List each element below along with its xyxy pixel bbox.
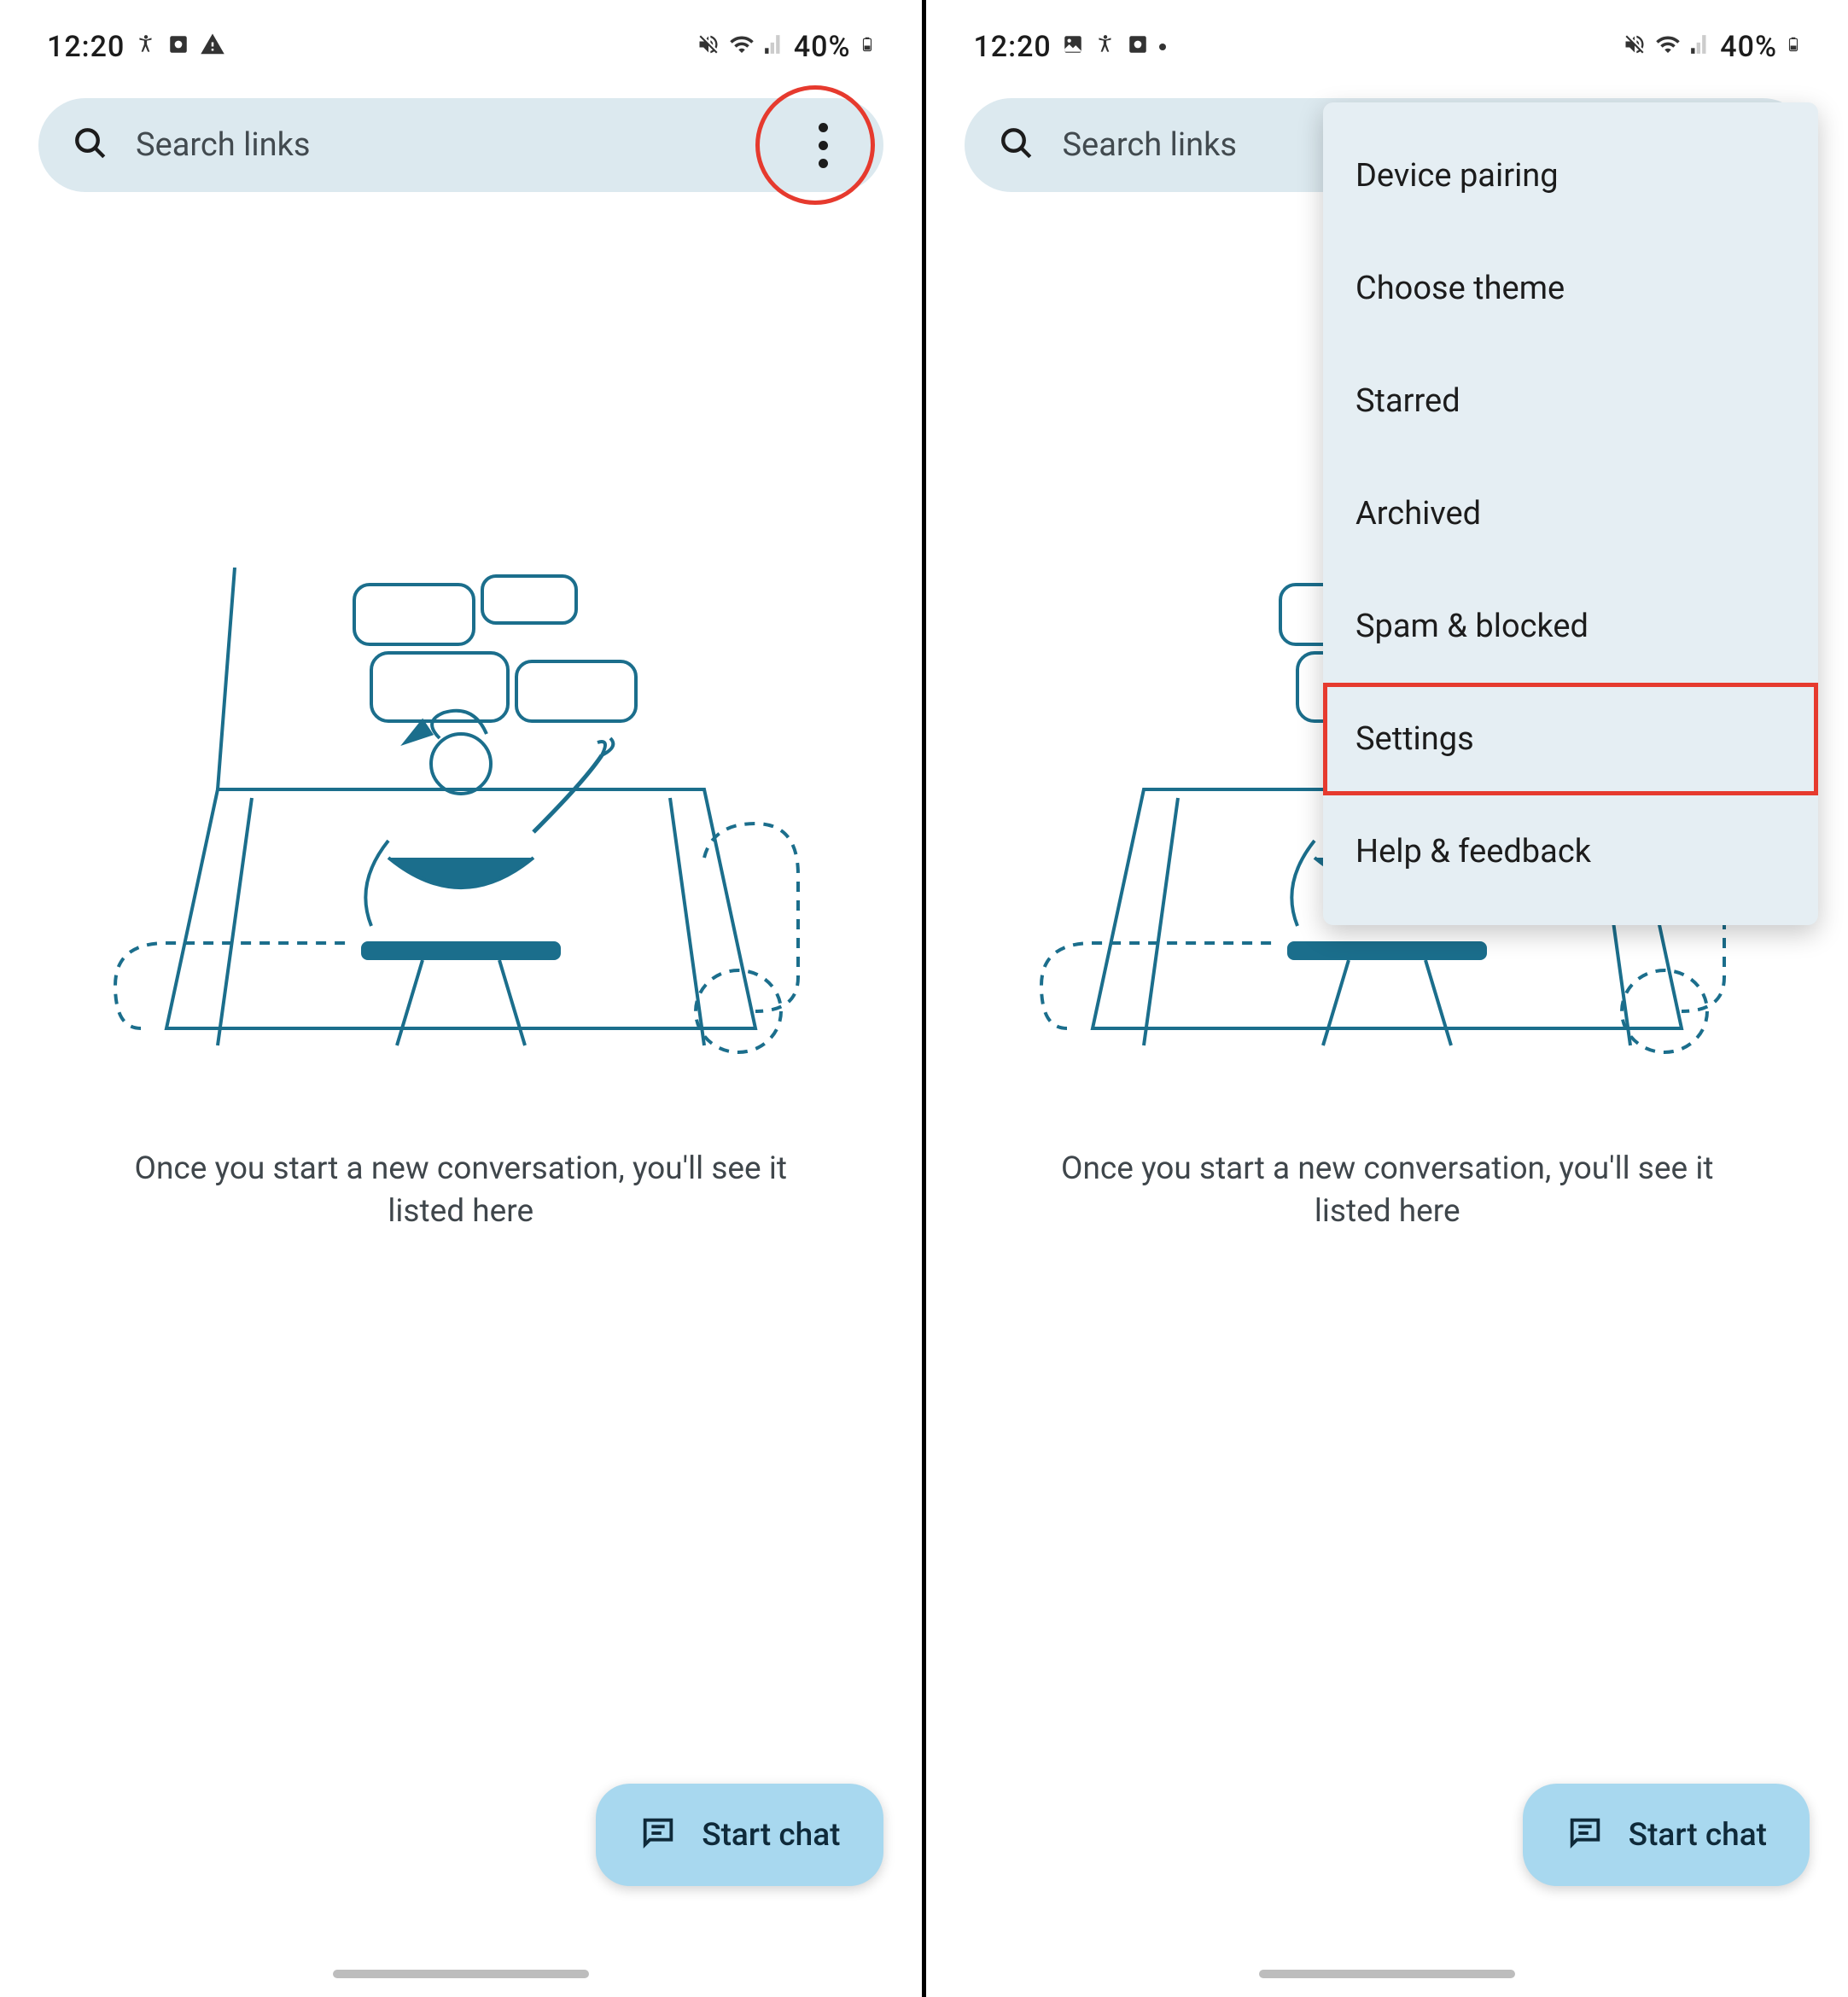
start-chat-button[interactable]: Start chat bbox=[1523, 1784, 1810, 1886]
status-icon-app bbox=[167, 33, 189, 61]
battery-percent: 40% bbox=[1720, 30, 1777, 64]
menu-item-archived[interactable]: Archived bbox=[1323, 457, 1818, 570]
overflow-menu: Device pairing Choose theme Starred Arch… bbox=[1323, 102, 1818, 925]
wifi-icon bbox=[729, 32, 755, 63]
search-icon bbox=[999, 125, 1035, 165]
status-icon-dot bbox=[1159, 44, 1166, 50]
empty-state-text: Once you start a new conversation, you'l… bbox=[94, 1148, 828, 1233]
battery-icon bbox=[1786, 32, 1801, 63]
status-bar: 12:20 40% bbox=[965, 26, 1810, 68]
wifi-icon bbox=[1655, 32, 1681, 63]
mute-icon bbox=[697, 32, 720, 62]
home-indicator[interactable] bbox=[1259, 1970, 1515, 1978]
status-icon-accessibility bbox=[135, 33, 157, 61]
status-icon-image bbox=[1062, 33, 1084, 61]
screen-before: 12:20 40% bbox=[0, 0, 922, 1997]
start-chat-button[interactable]: Start chat bbox=[596, 1784, 883, 1886]
home-indicator[interactable] bbox=[333, 1970, 589, 1978]
search-bar[interactable]: Search links bbox=[38, 98, 883, 192]
start-chat-label: Start chat bbox=[702, 1817, 840, 1854]
menu-item-choose-theme[interactable]: Choose theme bbox=[1323, 232, 1818, 345]
status-bar: 12:20 40% bbox=[38, 26, 883, 68]
menu-item-spam-blocked[interactable]: Spam & blocked bbox=[1323, 570, 1818, 683]
signal-icon bbox=[763, 33, 785, 61]
search-icon bbox=[73, 125, 108, 165]
empty-state-text: Once you start a new conversation, you'l… bbox=[1020, 1148, 1754, 1233]
menu-item-starred[interactable]: Starred bbox=[1323, 345, 1818, 457]
status-time: 12:20 bbox=[47, 30, 125, 64]
more-options-button[interactable] bbox=[798, 119, 849, 171]
battery-icon bbox=[860, 32, 875, 63]
status-icon-warning bbox=[200, 32, 225, 63]
signal-icon bbox=[1689, 33, 1711, 61]
mute-icon bbox=[1623, 32, 1647, 62]
menu-item-device-pairing[interactable]: Device pairing bbox=[1323, 119, 1818, 232]
content-area: Once you start a new conversation, you'l… bbox=[38, 192, 883, 1971]
empty-state-illustration bbox=[107, 568, 815, 1063]
status-icon-accessibility bbox=[1094, 33, 1116, 61]
chat-icon bbox=[1565, 1814, 1605, 1856]
status-time: 12:20 bbox=[973, 30, 1051, 64]
battery-percent: 40% bbox=[794, 30, 851, 64]
chat-icon bbox=[638, 1814, 678, 1856]
search-placeholder: Search links bbox=[136, 126, 771, 164]
menu-item-settings[interactable]: Settings bbox=[1323, 683, 1818, 795]
screen-after: 12:20 40% bbox=[926, 0, 1848, 1997]
status-icon-app bbox=[1127, 33, 1149, 61]
start-chat-label: Start chat bbox=[1629, 1817, 1767, 1854]
menu-item-help-feedback[interactable]: Help & feedback bbox=[1323, 795, 1818, 908]
